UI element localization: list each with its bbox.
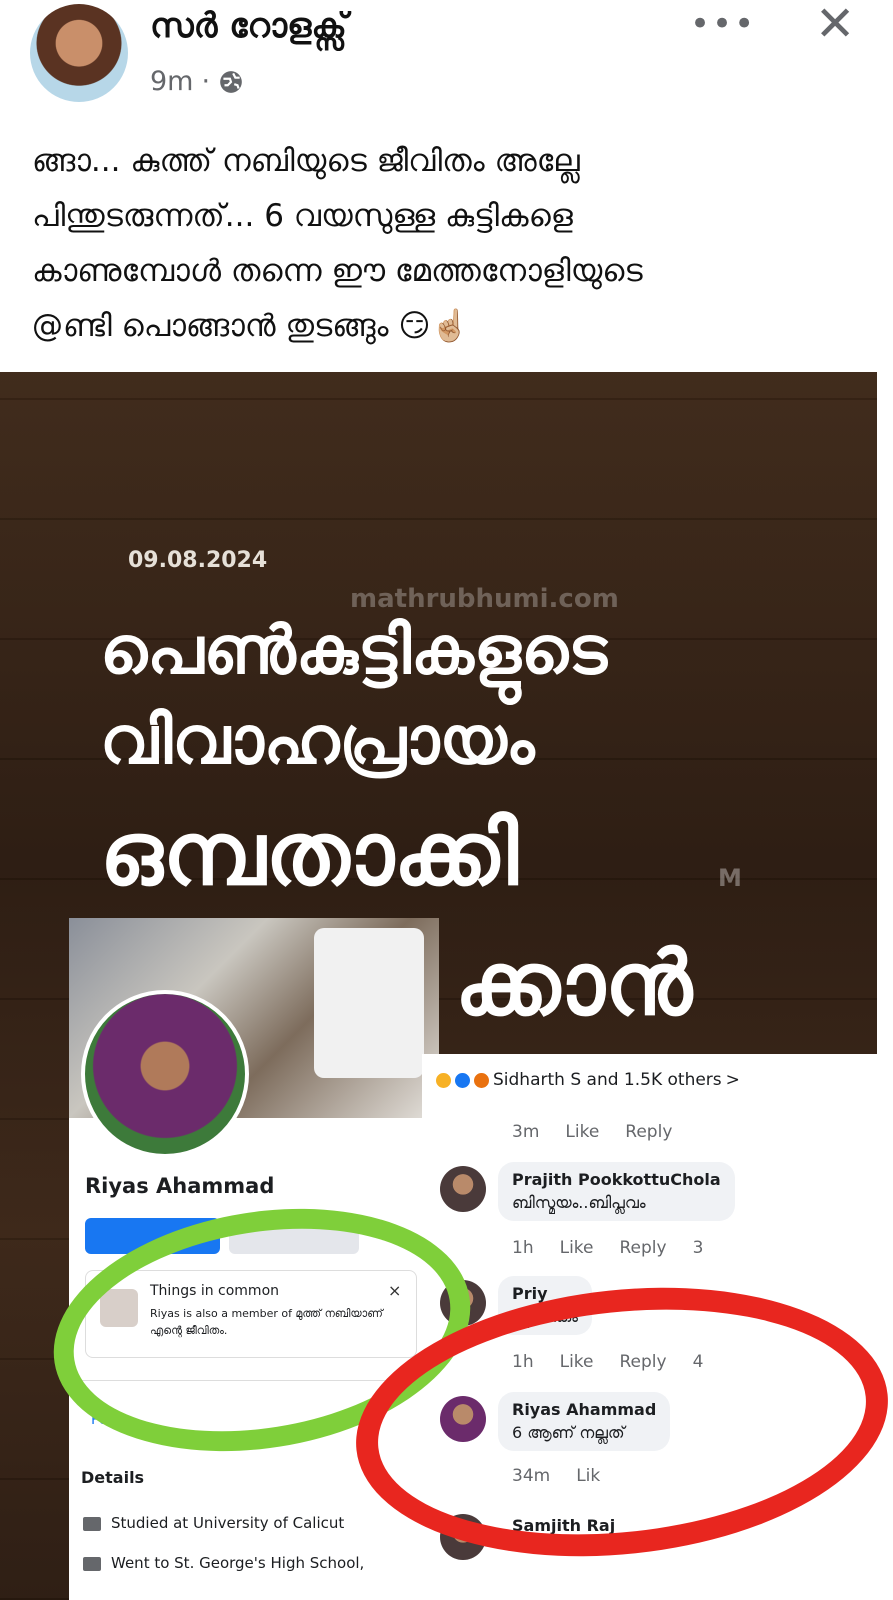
like-link: Like (565, 1122, 600, 1142)
post-header: സർ റോളക്സ് 9m · ••• ✕ (0, 0, 893, 110)
comment-actions: 1h Like Reply 3 (512, 1238, 729, 1258)
post-meta: 9m · (150, 66, 244, 97)
reactions-text: Sidharth S and 1.5K others (493, 1070, 722, 1090)
post-time[interactable]: 9m (150, 66, 193, 97)
reaction-count: 3 (692, 1238, 704, 1258)
chevron-right-icon: > (725, 1070, 740, 1090)
author-avatar[interactable] (30, 4, 128, 102)
meta-separator: · (201, 66, 211, 97)
caption-line: ങ്ങാ... കുത്ത് നബിയുടെ ജീവിതം അല്ലേ (32, 143, 580, 179)
caption-line: കാണുമ്പോൾ തന്നെ ഈ മേത്തനോളിയുടെ (32, 253, 643, 289)
details-heading: Details (81, 1468, 145, 1487)
author-name[interactable]: സർ റോളക്സ് (150, 6, 347, 46)
comment-actions: 3m Like Reply (512, 1122, 698, 1142)
graduation-cap-icon (83, 1516, 101, 1531)
detail-education: Studied at University of Calicut (83, 1514, 344, 1532)
comment-bubble: Prajith PookkottuChola ബിസ്മയം..ബിപ്ലവം (498, 1162, 735, 1221)
commenter-name: Prajith PookkottuChola (512, 1170, 721, 1189)
profile-photo (81, 990, 249, 1158)
car-shape (314, 928, 424, 1078)
angry-reaction-icon (474, 1072, 489, 1088)
headline-line: പെൺകുട്ടികളുടെ (100, 612, 608, 689)
profile-name: Riyas Ahammad (85, 1174, 275, 1198)
headline-line: ക്കാൻ (455, 932, 693, 1035)
globe-icon (220, 70, 242, 93)
caption-line: പിന്തുടരുന്നത്... 6 വയസുള്ള കുട്ടികളെ (32, 198, 573, 234)
commenter-avatar (440, 1166, 486, 1212)
detail-text: Went to St. George's High School, (111, 1554, 365, 1572)
like-reaction-icon (455, 1072, 470, 1088)
reply-link: Reply (625, 1122, 673, 1142)
detail-text: Studied at University of Calicut (111, 1514, 345, 1532)
news-date: 09.08.2024 (128, 548, 268, 573)
headline-line: ഒമ്പതാക്കി (100, 802, 519, 905)
news-watermark: mathrubhumi.com (350, 584, 619, 614)
comment-text: ബിസ്മയം..ബിപ്ലവം (512, 1193, 646, 1212)
comment-time: 3m (512, 1122, 540, 1142)
reactions-summary: Sidharth S and 1.5K others > (436, 1070, 740, 1090)
caption-line: @ണ്ടി പൊങ്ങാൻ തുടങ്ങും 😏☝🏼 (32, 308, 470, 344)
detail-school: Went to St. George's High School, (83, 1554, 364, 1572)
close-icon[interactable]: ✕ (815, 0, 855, 48)
reply-link: Reply (619, 1238, 667, 1258)
graduation-cap-icon (83, 1556, 101, 1571)
post-caption: ങ്ങാ... കുത്ത് നബിയുടെ ജീവിതം അല്ലേ പിന്… (32, 134, 862, 354)
like-link: Like (559, 1238, 594, 1258)
headline-line: വിവാഹപ്രായം (100, 702, 535, 779)
corner-mark: M (718, 864, 742, 892)
comment-time: 1h (512, 1238, 534, 1258)
haha-reaction-icon (436, 1072, 451, 1088)
more-options-icon[interactable]: ••• (690, 4, 756, 44)
